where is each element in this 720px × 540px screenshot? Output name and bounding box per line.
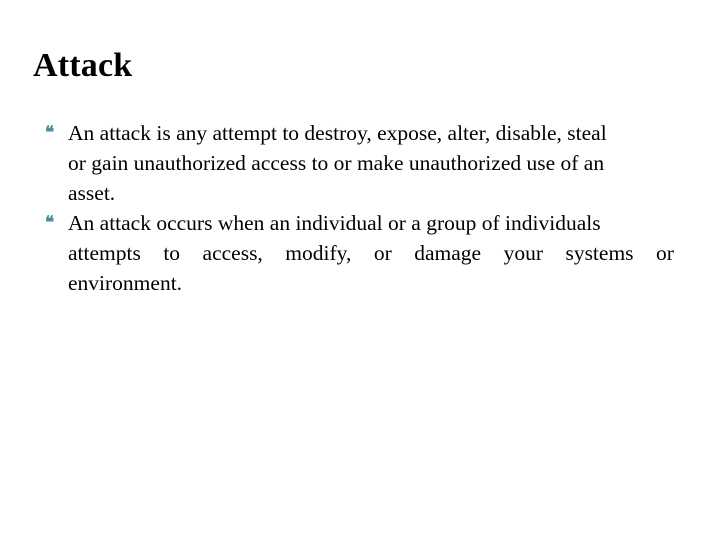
text-line: An attack occurs when an individual or a…	[68, 211, 601, 235]
page-title: Attack	[33, 47, 133, 84]
bullet-quote-icon: ❝	[45, 123, 54, 142]
text-word: modify,	[285, 241, 352, 265]
text-word: systems	[565, 241, 634, 265]
text-word: your	[503, 241, 543, 265]
text-word: damage	[414, 241, 482, 265]
list-item-text: An attack is any attempt to destroy, exp…	[68, 118, 674, 208]
bullet-quote-icon: ❝	[45, 213, 54, 232]
list-item: ❝ An attack occurs when an individual or…	[40, 208, 674, 298]
text-word: attempts	[68, 241, 141, 265]
list-item: ❝ An attack is any attempt to destroy, e…	[40, 118, 674, 208]
text-word: or	[373, 241, 392, 265]
text-word: or	[656, 241, 674, 265]
text-line: An attack is any attempt to destroy, exp…	[68, 121, 607, 145]
text-word: to	[163, 241, 181, 265]
bullet-list: ❝ An attack is any attempt to destroy, e…	[40, 118, 674, 298]
text-line: asset.	[68, 181, 116, 205]
slide-canvas: Attack ❝ An attack is any attempt to des…	[0, 0, 720, 540]
list-item-text: An attack occurs when an individual or a…	[68, 208, 674, 298]
text-line: or gain unauthorized access to or make u…	[68, 151, 605, 175]
text-line-justified: attempts to access, modify, or damage your syst…	[68, 238, 674, 268]
text-line: environment.	[68, 271, 183, 295]
text-word: access,	[202, 241, 263, 265]
